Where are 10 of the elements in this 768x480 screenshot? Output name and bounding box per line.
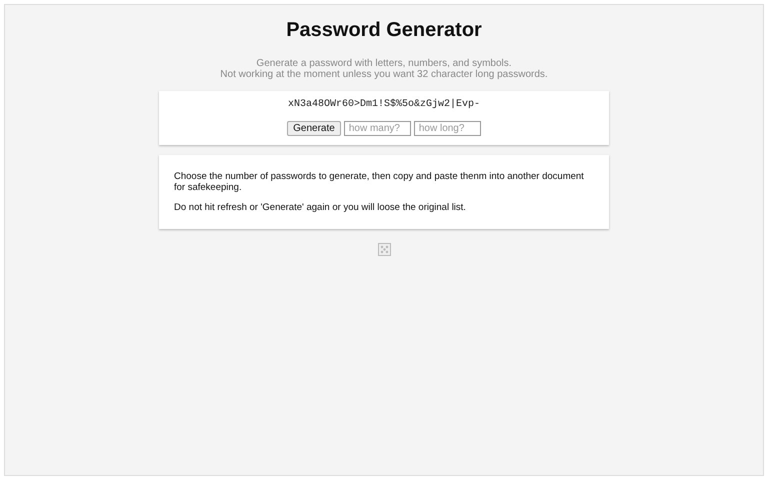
instruction-text: Choose the number of passwords to generate, then copy and paste thenm into another document for safekeeping. [174, 171, 585, 193]
dice-icon [378, 243, 390, 256]
instruction-text: Do not hit refresh or 'Generate' again or you will loose the original list. [174, 202, 467, 213]
generate-button[interactable]: Generate [287, 121, 341, 136]
subtitle-text: Not working at the moment unless you want 32 character long passwords. [220, 69, 548, 80]
page-title: Password Generator [286, 18, 482, 42]
input-field[interactable]: how many? [344, 121, 411, 136]
password-text: xN3a48OWr60>Dm1!S$%5o&zGjw2|Evp- [288, 99, 480, 111]
subtitle-text: Generate a password with letters, numbers, and symbols. [255, 58, 513, 69]
input-field[interactable]: how long? [414, 121, 481, 136]
